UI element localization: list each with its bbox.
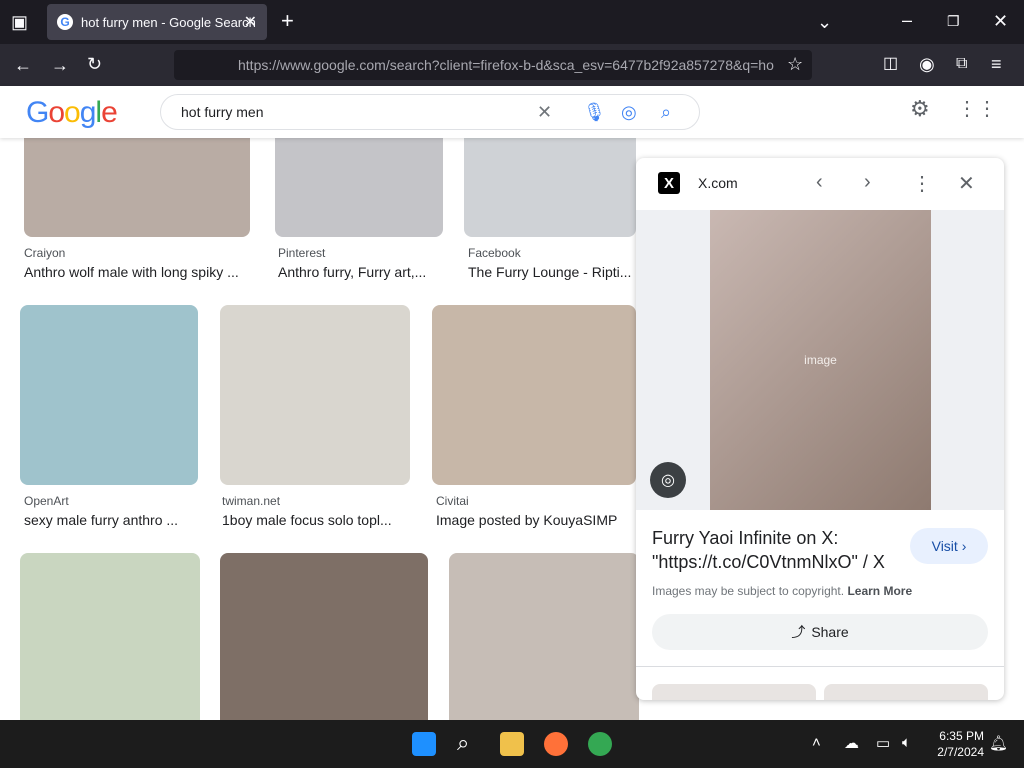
result-caption[interactable]: Anthro furry, Furry art,... [278, 264, 443, 280]
divider [636, 666, 1004, 667]
next-chevron-icon[interactable]: › [864, 171, 871, 194]
start-icon[interactable] [412, 732, 436, 756]
result-thumbnail[interactable] [220, 305, 410, 485]
result-thumbnail[interactable] [275, 138, 443, 237]
chevron-down-icon[interactable]: ⌄ [817, 13, 832, 31]
google-header: Google hot furry men ✕ 🎙︎ ◎ ⌕ ⚙ ⋮⋮ [0, 86, 1024, 138]
pocket-icon[interactable]: ◫ [883, 55, 898, 73]
result-thumbnail[interactable] [220, 553, 428, 720]
settings-gear-icon[interactable]: ⚙ [910, 98, 930, 120]
clock-time: 6:35 PM [939, 729, 984, 743]
related-thumbnail[interactable] [824, 684, 988, 700]
result-source[interactable]: Facebook [468, 246, 521, 260]
search-icon[interactable]: ⌕ [661, 102, 671, 123]
preview-image-area: image ◎ [636, 210, 1004, 510]
browser-tab-bar: ▣ G hot furry men - Google Search ✕ + ⌄ … [0, 0, 1024, 44]
result-caption[interactable]: sexy male furry anthro ... [24, 512, 196, 528]
reload-icon[interactable]: ↻ [87, 55, 102, 73]
image-results: Craiyon Anthro wolf male with long spiky… [0, 138, 650, 720]
result-thumbnail[interactable] [432, 305, 636, 485]
lens-icon[interactable]: ◎ [621, 102, 637, 123]
result-thumbnail[interactable] [24, 138, 250, 237]
file-explorer-icon[interactable] [500, 732, 524, 756]
related-thumbnail[interactable] [652, 684, 816, 700]
windows-taskbar: ⌕ ˄ ☁ ▭ 🔈︎ 6:35 PM 2/7/2024 🔔︎ [0, 720, 1024, 768]
chevron-up-icon[interactable]: ˄ [812, 734, 821, 751]
url-host: https://www.google.com [238, 57, 386, 73]
x-logo-icon: X [658, 172, 680, 194]
google-logo[interactable]: Google [26, 96, 118, 130]
tab-title: hot furry men - Google Search [81, 14, 256, 30]
cloud-offline-icon[interactable]: ☁ [844, 734, 859, 752]
account-icon[interactable]: ◉ [919, 55, 935, 73]
minimize-icon[interactable]: – [902, 11, 912, 29]
result-thumbnail[interactable] [20, 553, 200, 720]
learn-more-link[interactable]: Learn More [847, 584, 912, 598]
result-source[interactable]: Pinterest [278, 246, 325, 260]
result-caption[interactable]: Anthro wolf male with long spiky ... [24, 264, 250, 280]
browser-tab[interactable]: G hot furry men - Google Search ✕ [47, 4, 267, 40]
result-source[interactable]: twiman.net [222, 494, 280, 508]
volume-icon[interactable]: 🔈︎ [902, 734, 911, 751]
copyright-notice: Images may be subject to copyright. Lear… [652, 584, 913, 598]
lens-search-icon[interactable]: ◎ [650, 462, 686, 498]
visit-button[interactable]: Visit › [910, 528, 988, 564]
search-input[interactable]: hot furry men ✕ 🎙︎ ◎ ⌕ [160, 94, 700, 130]
new-tab-button[interactable]: + [281, 10, 294, 32]
tab-close-icon[interactable]: ✕ [244, 12, 257, 32]
result-caption[interactable]: 1boy male focus solo topl... [222, 512, 408, 528]
window-close-icon[interactable]: ✕ [993, 12, 1008, 30]
result-source[interactable]: Craiyon [24, 246, 65, 260]
bookmark-star-icon[interactable]: ☆ [787, 55, 803, 73]
result-caption[interactable]: The Furry Lounge - Ripti... [468, 264, 638, 280]
back-icon[interactable]: ← [14, 56, 32, 74]
maximize-icon[interactable]: ❐ [947, 12, 960, 30]
url-bar[interactable]: https://www.google.com/search?client=fir… [174, 50, 812, 80]
menu-icon[interactable]: ≡ [991, 55, 1002, 73]
search-icon[interactable]: ⌕ [457, 730, 469, 756]
search-query: hot furry men [181, 104, 264, 120]
tab-list-icon[interactable]: ▣ [11, 13, 28, 31]
google-favicon-icon: G [57, 14, 73, 30]
clock-date: 2/7/2024 [937, 745, 984, 759]
prev-chevron-icon[interactable]: ‹ [816, 171, 823, 194]
result-thumbnail[interactable] [464, 138, 636, 237]
chrome-icon[interactable] [588, 732, 612, 756]
apps-grid-icon[interactable]: ⋮⋮ [957, 99, 997, 119]
forward-icon[interactable]: → [51, 56, 69, 74]
network-icon[interactable]: ▭ [876, 734, 890, 752]
close-icon[interactable]: ✕ [958, 171, 975, 196]
clear-icon[interactable]: ✕ [537, 102, 552, 123]
taskbar-clock[interactable]: 6:35 PM 2/7/2024 [928, 728, 984, 760]
result-thumbnail[interactable] [449, 553, 639, 720]
preview-host[interactable]: X.com [698, 175, 738, 191]
more-vert-icon[interactable]: ⋮ [912, 171, 932, 196]
image-preview-panel: X X.com ‹ › ⋮ ✕ image ◎ Furry Yaoi Infin… [636, 158, 1004, 700]
result-source[interactable]: Civitai [436, 494, 469, 508]
preview-title[interactable]: Furry Yaoi Infinite on X: "https://t.co/… [652, 526, 902, 574]
result-caption[interactable]: Image posted by KouyaSIMP [436, 512, 636, 528]
notification-bell-icon[interactable]: 🔔︎ [989, 734, 1008, 752]
firefox-icon[interactable] [544, 732, 568, 756]
extensions-icon[interactable]: ⧉ [956, 55, 967, 73]
url-path: /search?client=firefox-b-d&sca_esv=6477b… [385, 57, 774, 73]
share-icon: ⤴ [791, 624, 806, 640]
share-button[interactable]: ⤴ Share [652, 614, 988, 650]
mic-icon[interactable]: 🎙︎ [583, 102, 606, 123]
browser-nav-bar: ← → ↻ ⛉ 🔒︎ https://www.google.com/search… [0, 44, 1024, 86]
result-thumbnail[interactable] [20, 305, 198, 485]
result-source[interactable]: OpenArt [24, 494, 69, 508]
preview-image[interactable]: image [710, 210, 931, 510]
preview-header: X X.com ‹ › ⋮ ✕ [636, 158, 1004, 210]
